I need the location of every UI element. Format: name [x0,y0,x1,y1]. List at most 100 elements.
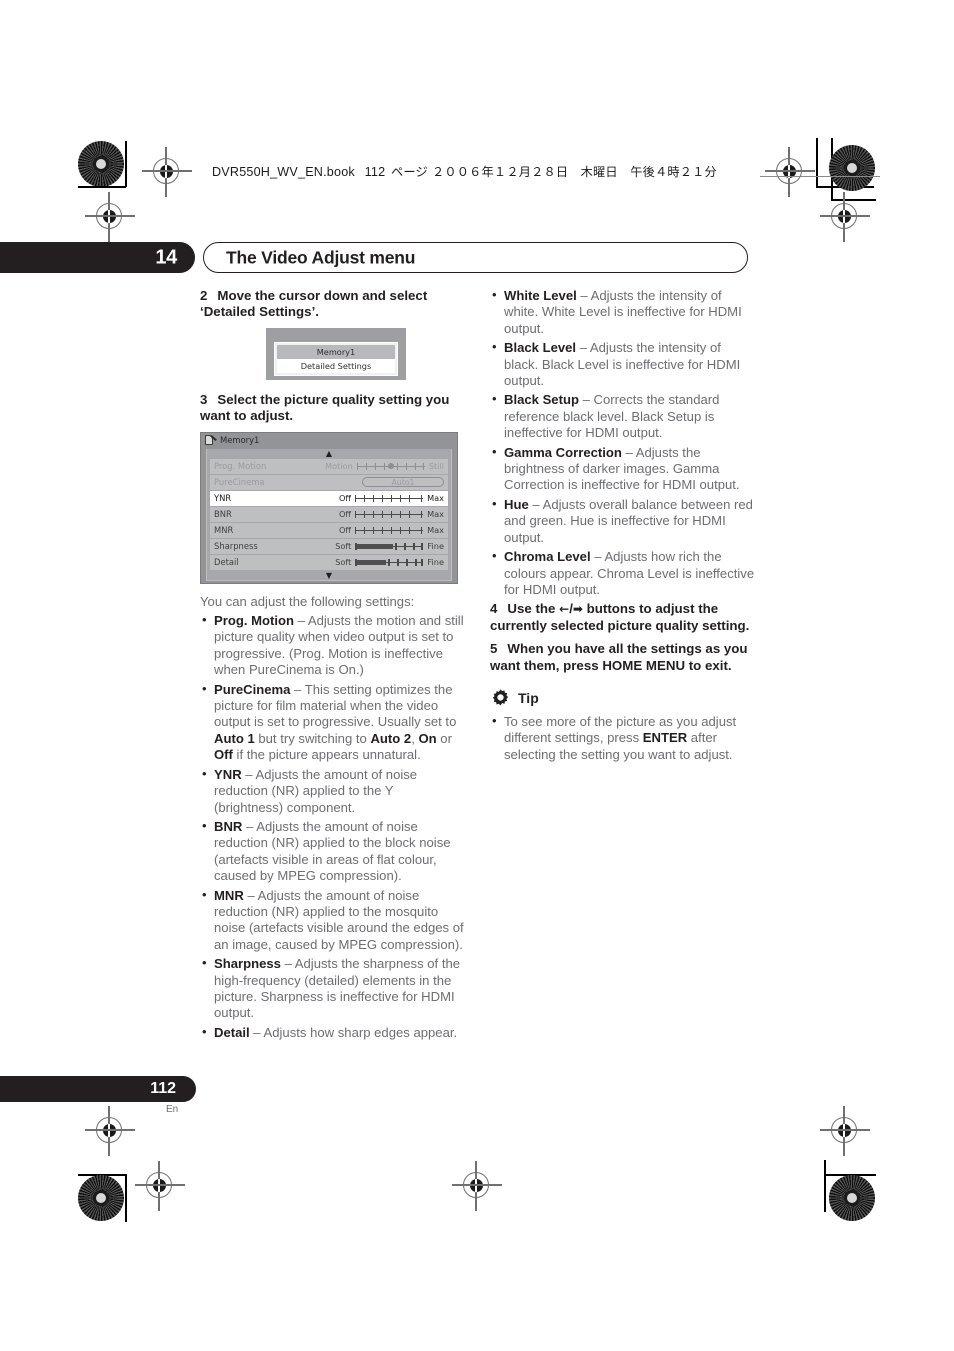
header-rule [760,176,880,178]
osd-row-ynr[interactable]: YNR Off Max [210,490,448,506]
book-file-date: ページ ２００６年１２月２８日 木曜日 午後４時２１分 [391,165,717,179]
osd-value-purecinema[interactable]: Auto1 [362,477,444,488]
osd-row-detail[interactable]: Detail Soft Fine [210,554,448,570]
osd-row-label: Prog. Motion [214,460,267,471]
page-language-code: En [166,1104,179,1115]
osd-slider-detail[interactable] [355,558,424,567]
color-target-bottom-right [829,1175,875,1221]
crop-mark-top-left-vertical [125,141,127,187]
osd-slider-mnr[interactable] [355,526,424,535]
osd-title-label: Memory1 [220,435,260,446]
gear-icon [490,688,511,709]
osd-slider-ynr[interactable] [355,494,424,503]
bullet-dash: – [576,340,590,356]
osd-row-prog-motion[interactable]: Prog. Motion Motion Still [210,458,448,474]
tip-enter-key: ENTER [642,730,688,746]
osd-row-sharpness[interactable]: Sharpness Soft Fine [210,538,448,554]
registration-mark-top-right [765,147,815,197]
osd-row-control[interactable]: Motion Still [302,458,444,474]
bullet-dash: – [621,444,636,460]
page-title-pill: The Video Adjust menu [203,242,748,273]
memory-dialog-row-memory1[interactable]: Memory1 [277,344,395,359]
osd-row-high-label: Fine [427,540,444,551]
osd-scroll-down-arrow[interactable]: ▼ [207,571,451,580]
osd-scroll-up-arrow[interactable]: ▲ [207,449,451,458]
page-title: The Video Adjust menu [226,247,416,267]
step-3: 3 Select the picture quality setting you … [200,392,466,425]
tip-header: Tip [490,688,756,709]
book-file-name: DVR550H_WV_EN.book [212,165,355,179]
list-item-purecinema: PureCinema – This setting optimizes the … [200,681,466,764]
osd-titlebar: Memory1 [201,432,457,449]
osd-slider-sharpness[interactable] [355,542,424,551]
step-4-number: 4 [490,601,498,617]
list-item-black-level: Black Level – Adjusts the intensity of b… [490,339,756,389]
osd-row-label: PureCinema [214,476,265,487]
arrow-right-icon: ➡ [572,602,583,617]
list-item-bnr: BNR – Adjusts the amount of noise reduct… [200,818,466,885]
osd-row-bnr[interactable]: BNR Off Max [210,506,448,522]
crop-mark-top-left-horizontal [78,186,126,188]
osd-row-control[interactable]: Off Max [302,490,444,506]
memory-dialog-inner: Memory1 Detailed Settings [274,341,398,376]
osd-row-low-label: Soft [335,540,352,551]
list-item-white-level: White Level – Adjusts the intensity of w… [490,287,756,337]
list-item-prog-motion: Prog. Motion – Adjusts the motion and st… [200,612,466,679]
osd-slider-bnr[interactable] [355,510,424,519]
osd-row-control[interactable]: Soft Fine [302,538,444,554]
bullet-dash: – [578,392,594,408]
bullet-term: Detail [214,1024,250,1040]
crop-mark-bottom-left-vertical [125,1174,127,1222]
osd-row-control[interactable]: Soft Fine [302,554,444,570]
color-target-top-right [829,145,875,191]
osd-row-purecinema[interactable]: PureCinema Auto1 [210,474,448,490]
book-file-page: 112 [364,165,386,179]
osd-row-label: YNR [214,492,232,503]
memory-dialog-row-detailed-settings[interactable]: Detailed Settings [277,358,395,373]
bullet-term: Chroma Level [504,549,591,565]
osd-row-control[interactable]: Off Max [302,506,444,522]
bullet-term: Black Setup [504,392,579,408]
chapter-number: 14 [155,246,177,268]
osd-row-low-label: Off [338,508,352,519]
osd-row-high-label: Fine [427,556,444,567]
osd-row-label: Sharpness [214,540,258,551]
step-3-number: 3 [200,391,208,407]
step-5-text: When you have all the settings as you wa… [490,641,748,673]
list-item-sharpness: Sharpness – Adjusts the sharpness of the… [200,955,466,1022]
bullet-term: MNR [214,887,244,903]
osd-slider-prog-motion[interactable] [356,462,425,471]
bullet-option-auto1: Auto 1 [214,730,255,746]
registration-mark-top-left [142,147,192,197]
bullet-dash: – [590,549,605,565]
registration-mark-right-upper [820,192,870,242]
osd-row-label: Detail [214,556,239,567]
bullet-term: Gamma Correction [504,444,622,460]
bullet-option-off: Off [214,747,233,763]
list-item-black-setup: Black Setup – Corrects the standard refe… [490,391,756,441]
osd-screenshot: Memory1 ▲ Prog. Motion Motion Still Pure… [200,431,458,584]
step-3-text: Select the picture quality setting you w… [200,391,450,424]
tip-label: Tip [518,690,539,707]
right-column: White Level – Adjusts the intensity of w… [490,287,756,766]
bullet-dash: – [241,766,256,782]
step-5-number: 5 [490,641,498,657]
crop-mark-top-right-horizontal-2 [831,199,876,201]
chapter-badge: 14 [0,242,195,273]
list-item-gamma-correction: Gamma Correction – Adjusts the brightnes… [490,444,756,494]
step-5: 5 When you have all the settings as you w… [490,641,756,674]
osd-row-control[interactable]: Auto1 [302,477,444,488]
list-item-ynr: YNR – Adjusts the amount of noise reduct… [200,766,466,816]
step-2-text: Move the cursor down and select ‘Detaile… [200,288,428,320]
color-target-top-left [78,141,124,187]
osd-row-low-label: Off [338,492,352,503]
bullet-dash: – [280,956,295,972]
bullet-term: Sharpness [214,956,281,972]
registration-mark-left-lower [85,1106,135,1156]
arrow-left-icon: ← [559,602,570,617]
osd-row-control[interactable]: Off Max [302,522,444,538]
osd-row-high-label: Still [428,460,444,471]
color-target-bottom-left [78,1175,124,1221]
osd-row-mnr[interactable]: MNR Off Max [210,522,448,538]
tip-bullet-list: To see more of the picture as you adjust… [490,713,756,763]
